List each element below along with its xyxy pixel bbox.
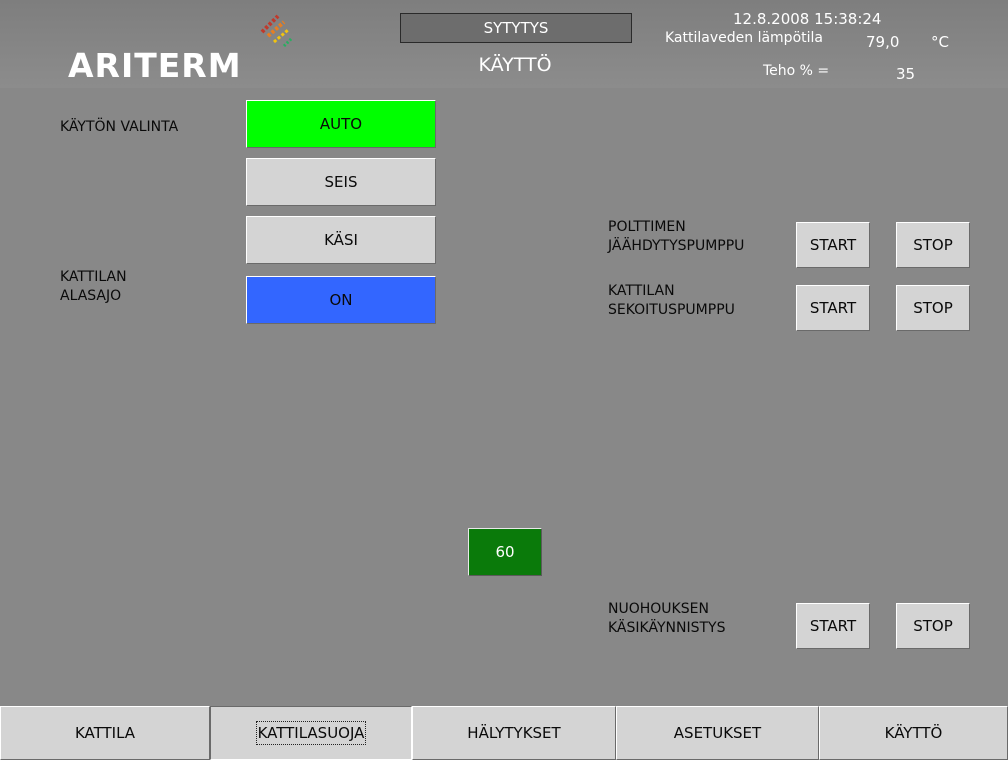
tab-label: ASETUKSET xyxy=(673,724,762,742)
tab-kattila[interactable]: KATTILA xyxy=(0,706,210,760)
mode-select-label: KÄYTÖN VALINTA xyxy=(60,119,179,135)
auto-button-label: AUTO xyxy=(319,115,363,133)
burner-pump-stop-button[interactable]: STOP xyxy=(896,222,970,268)
sooting-label-line2: KÄSIKÄYNNISTYS xyxy=(608,620,726,636)
tab-kaytto[interactable]: KÄYTTÖ xyxy=(819,706,1008,760)
datetime-readout: 12.8.2008 15:38:24 xyxy=(733,10,882,28)
header-bar: ARITERM SYTYTYS KÄYTTÖ 12.8.2008 15:38:2… xyxy=(0,0,1008,88)
tab-label: KATTILASUOJA xyxy=(255,721,367,745)
ariterm-logo: ARITERM xyxy=(68,46,242,85)
auto-button[interactable]: AUTO xyxy=(246,100,436,148)
power-label: Teho % = xyxy=(763,63,830,79)
counter-display: 60 xyxy=(468,528,542,576)
mode-status-box: SYTYTYS xyxy=(400,13,632,43)
stop-label: STOP xyxy=(913,299,953,317)
start-label: START xyxy=(809,617,857,635)
mixing-pump-start-button[interactable]: START xyxy=(796,285,870,331)
burner-pump-label: POLTTIMEN JÄÄHDYTYSPUMPPU xyxy=(608,218,744,256)
burner-pump-start-button[interactable]: START xyxy=(796,222,870,268)
seis-button-label: SEIS xyxy=(324,173,358,191)
logo-mark-icon xyxy=(260,14,294,48)
sooting-stop-button[interactable]: STOP xyxy=(896,603,970,649)
tab-label: KATTILA xyxy=(74,724,136,742)
operation-mode-title: KÄYTTÖ xyxy=(478,54,552,76)
tab-halytykset[interactable]: HÄLYTYKSET xyxy=(412,706,616,760)
sooting-label: NUOHOUKSEN KÄSIKÄYNNISTYS xyxy=(608,600,725,638)
burner-pump-label-line2: JÄÄHDYTYSPUMPPU xyxy=(608,238,745,254)
alasajo-label: KATTILAN ALASAJO xyxy=(60,268,127,306)
kasi-button-label: KÄSI xyxy=(324,231,358,249)
kasi-button[interactable]: KÄSI xyxy=(246,216,436,264)
tab-label: KÄYTTÖ xyxy=(884,724,943,742)
burner-pump-label-line1: POLTTIMEN xyxy=(608,219,686,235)
mixing-pump-label-line1: KATTILAN xyxy=(608,283,675,299)
start-label: START xyxy=(809,299,857,317)
bottom-nav: KATTILA KATTILASUOJA HÄLYTYKSET ASETUKSE… xyxy=(0,706,1008,760)
sooting-label-line1: NUOHOUKSEN xyxy=(608,601,709,617)
alasajo-label-line1: KATTILAN xyxy=(60,269,127,285)
on-button-label: ON xyxy=(329,291,353,309)
alasajo-label-line2: ALASAJO xyxy=(60,288,122,304)
start-label: START xyxy=(809,236,857,254)
power-value: 35 xyxy=(896,65,916,83)
sooting-start-button[interactable]: START xyxy=(796,603,870,649)
water-temp-value: 79,0 xyxy=(866,33,900,51)
tab-kattilasuoja[interactable]: KATTILASUOJA xyxy=(210,706,412,760)
stop-label: STOP xyxy=(913,236,953,254)
tab-asetukset[interactable]: ASETUKSET xyxy=(616,706,819,760)
mixing-pump-label-line2: SEKOITUSPUMPPU xyxy=(608,302,735,318)
mixing-pump-label: KATTILAN SEKOITUSPUMPPU xyxy=(608,282,735,320)
stop-label: STOP xyxy=(913,617,953,635)
alasajo-on-button[interactable]: ON xyxy=(246,276,436,324)
water-temp-unit: °C xyxy=(931,33,949,51)
tab-label: HÄLYTYKSET xyxy=(467,724,561,742)
mixing-pump-stop-button[interactable]: STOP xyxy=(896,285,970,331)
seis-button[interactable]: SEIS xyxy=(246,158,436,206)
water-temp-label: Kattilaveden lämpötila xyxy=(665,30,823,46)
